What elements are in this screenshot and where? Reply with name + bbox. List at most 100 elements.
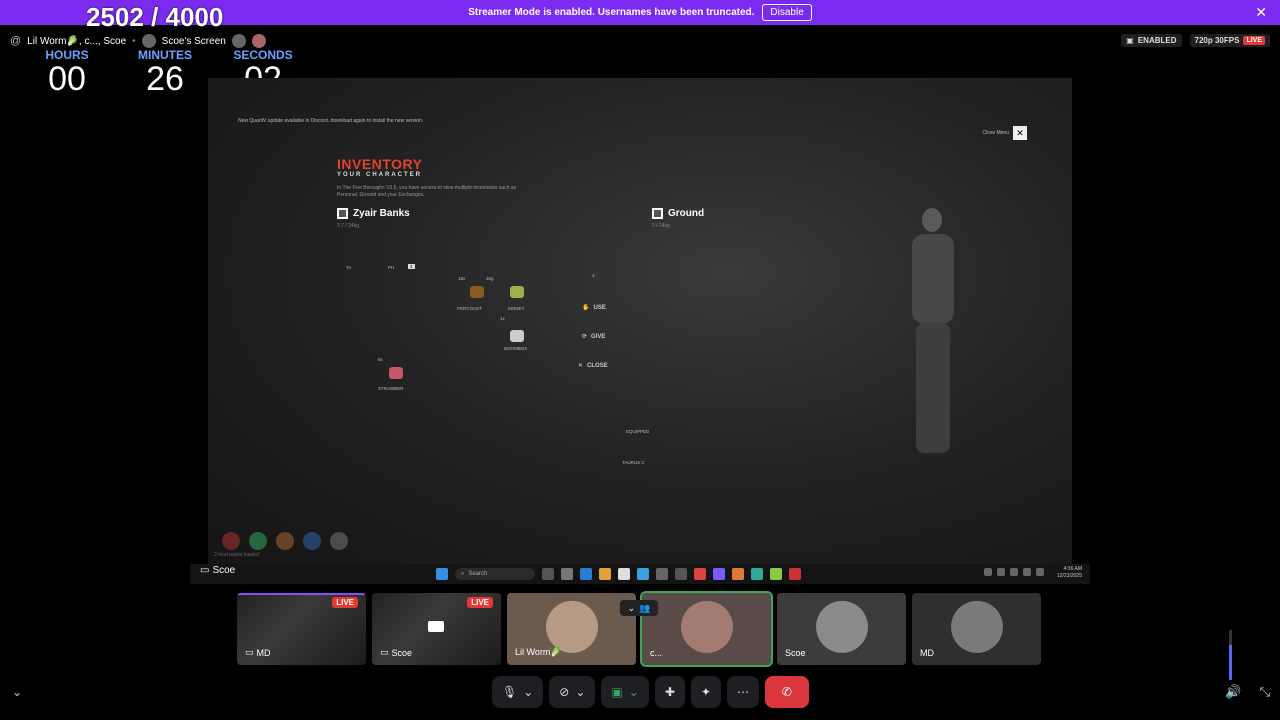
money-icon[interactable] [510, 286, 524, 298]
stream-taskbar: ⌕ Search 4:36 AM 12/23/2025 [190, 564, 1090, 584]
app-icon [637, 568, 649, 580]
tile-name-text: Scoe [785, 648, 806, 658]
live-badge: LIVE [467, 597, 493, 608]
app-icon [618, 568, 630, 580]
body-head [922, 208, 942, 232]
use-action[interactable]: ✋ USE [582, 304, 606, 312]
folder-icon [599, 568, 611, 580]
volume-slider[interactable] [1229, 630, 1232, 680]
chevron-down-icon[interactable]: ⌄ [523, 685, 533, 699]
slot-label[interactable]: PH [388, 265, 394, 270]
tile-name-text: MD [920, 648, 934, 658]
close-icon: ✕ [578, 363, 584, 369]
screen-icon: ▣ [1126, 36, 1134, 45]
banner-message: Streamer Mode is enabled. Usernames have… [468, 7, 755, 18]
inventory-title: INVENTORY [337, 156, 423, 172]
avatar [231, 34, 246, 48]
soundboard-button[interactable]: ✦ [690, 676, 721, 708]
tile-name: ▭ Scoe [380, 647, 412, 658]
mute-button[interactable]: 🎙 ⌄ [492, 676, 544, 708]
avatar [141, 34, 156, 48]
camera-button[interactable]: ⊘ ⌄ [549, 676, 596, 708]
ground-inventory-title: Ground [652, 208, 704, 219]
participant-tile[interactable]: MD [912, 593, 1041, 665]
call-participants[interactable]: Lil Worm🥬, c..., Scoe [27, 36, 126, 47]
discord-icon [713, 568, 725, 580]
edge-icon [580, 568, 592, 580]
chevron-down-icon[interactable]: ⌄ [12, 685, 22, 699]
screen-name: Scoe's Screen [161, 35, 226, 47]
participant-tile[interactable]: LIVE ▭ Scoe [372, 593, 501, 665]
main-stream-view[interactable]: New QuantV update available in Discord, … [208, 78, 1072, 564]
slot-number[interactable]: 3 [592, 273, 595, 278]
mod-packs-text: 2 mod packs loaded [214, 552, 259, 558]
screen-icon: ▭ [380, 647, 389, 657]
avatar [815, 600, 868, 653]
taskbar-icons: ⌕ Search [436, 568, 801, 580]
search-label: Search [468, 571, 488, 577]
item-name: STRAWBER [378, 386, 404, 391]
percocet-icon[interactable] [470, 286, 484, 298]
give-action[interactable]: ⟳ GIVE [582, 333, 606, 341]
chevron-down-icon[interactable]: ⌄ [629, 685, 639, 699]
participant-tile[interactable]: LIVE ▭ MD [237, 593, 366, 665]
armor-icon [249, 532, 267, 550]
participant-tile[interactable]: Scoe [777, 593, 906, 665]
status-icons-row [222, 532, 348, 550]
slot-number[interactable]: 2 [408, 264, 415, 269]
player-inventory-title: Zyair Banks [337, 208, 410, 219]
app-icon [770, 568, 782, 580]
tray-icon [1036, 568, 1044, 576]
live-badge: LIVE [332, 597, 358, 608]
active-indicator [237, 593, 366, 595]
tile-options-button[interactable]: ⌄ 👥 [620, 600, 658, 616]
streamer-mode-badge: ▣ ENABLED [1121, 34, 1182, 47]
equipped-label: EQUIPPED [626, 429, 650, 434]
people-icon: 👥 [639, 602, 651, 613]
timer-minutes: MINUTES 26 [128, 48, 202, 99]
use-label: USE [593, 304, 606, 311]
clock-date: 12/23/2025 [1056, 573, 1082, 579]
hand-icon: ✋ [582, 305, 590, 311]
participant-tile[interactable]: Lil Worm🥬 [507, 593, 636, 665]
disable-streamer-mode-button[interactable]: Disable [762, 4, 812, 21]
strawberry-icon[interactable] [389, 367, 403, 379]
hang-up-button[interactable]: ✆ [764, 676, 809, 708]
tray-icon [984, 568, 992, 576]
give-label: GIVE [591, 333, 606, 340]
call-header: @ Lil Worm🥬, c..., Scoe • Scoe's Screen [10, 33, 266, 49]
screen-share-button[interactable]: ▣ ⌄ [601, 676, 649, 708]
screen-icon: ▭ [200, 565, 210, 576]
activities-button[interactable]: ✚ [654, 676, 685, 708]
equipped-item[interactable]: TAURUS C [622, 460, 645, 465]
chevron-down-icon[interactable]: ⌄ [575, 685, 585, 699]
taskbar-search: ⌕ Search [455, 568, 535, 580]
microphone-icon: 🎙 [502, 685, 518, 699]
player-name: Zyair Banks [353, 208, 410, 219]
inventory-description: In The Five Boroughs V3.5, you have acce… [337, 185, 517, 198]
more-icon: ⋯ [736, 685, 749, 699]
item-name: MONEY [508, 306, 525, 311]
boombox-icon[interactable] [510, 330, 524, 342]
minutes-value: 26 [146, 60, 184, 98]
volume-icon[interactable]: 🔊 [1225, 684, 1241, 700]
tray-icon [997, 568, 1005, 576]
close-action[interactable]: ✕ CLOSE [578, 362, 608, 370]
more-button[interactable]: ⋯ [726, 676, 759, 708]
close-icon[interactable]: ✕ [1255, 5, 1267, 19]
stream-status: ▣ ENABLED 720p 30FPS LIVE [1121, 34, 1270, 47]
slot-label[interactable]: TA [346, 265, 351, 270]
search-icon: ⌕ [461, 570, 465, 577]
hang-up-icon: ✆ [781, 685, 792, 699]
health-icon [222, 532, 240, 550]
right-controls: 🔊 ⤡ [1225, 684, 1270, 700]
inventory-subtitle: YOUR CHARACTER [337, 172, 422, 178]
avatar [680, 600, 733, 653]
app-icon [561, 568, 573, 580]
participant-tile[interactable]: c... [640, 591, 773, 667]
system-tray [984, 568, 1044, 576]
close-menu-button[interactable]: Close Menu ✕ [982, 126, 1027, 140]
screen-share-icon: ▣ [611, 685, 623, 699]
app-icon [656, 568, 668, 580]
exit-fullscreen-icon[interactable]: ⤡ [1260, 684, 1270, 700]
